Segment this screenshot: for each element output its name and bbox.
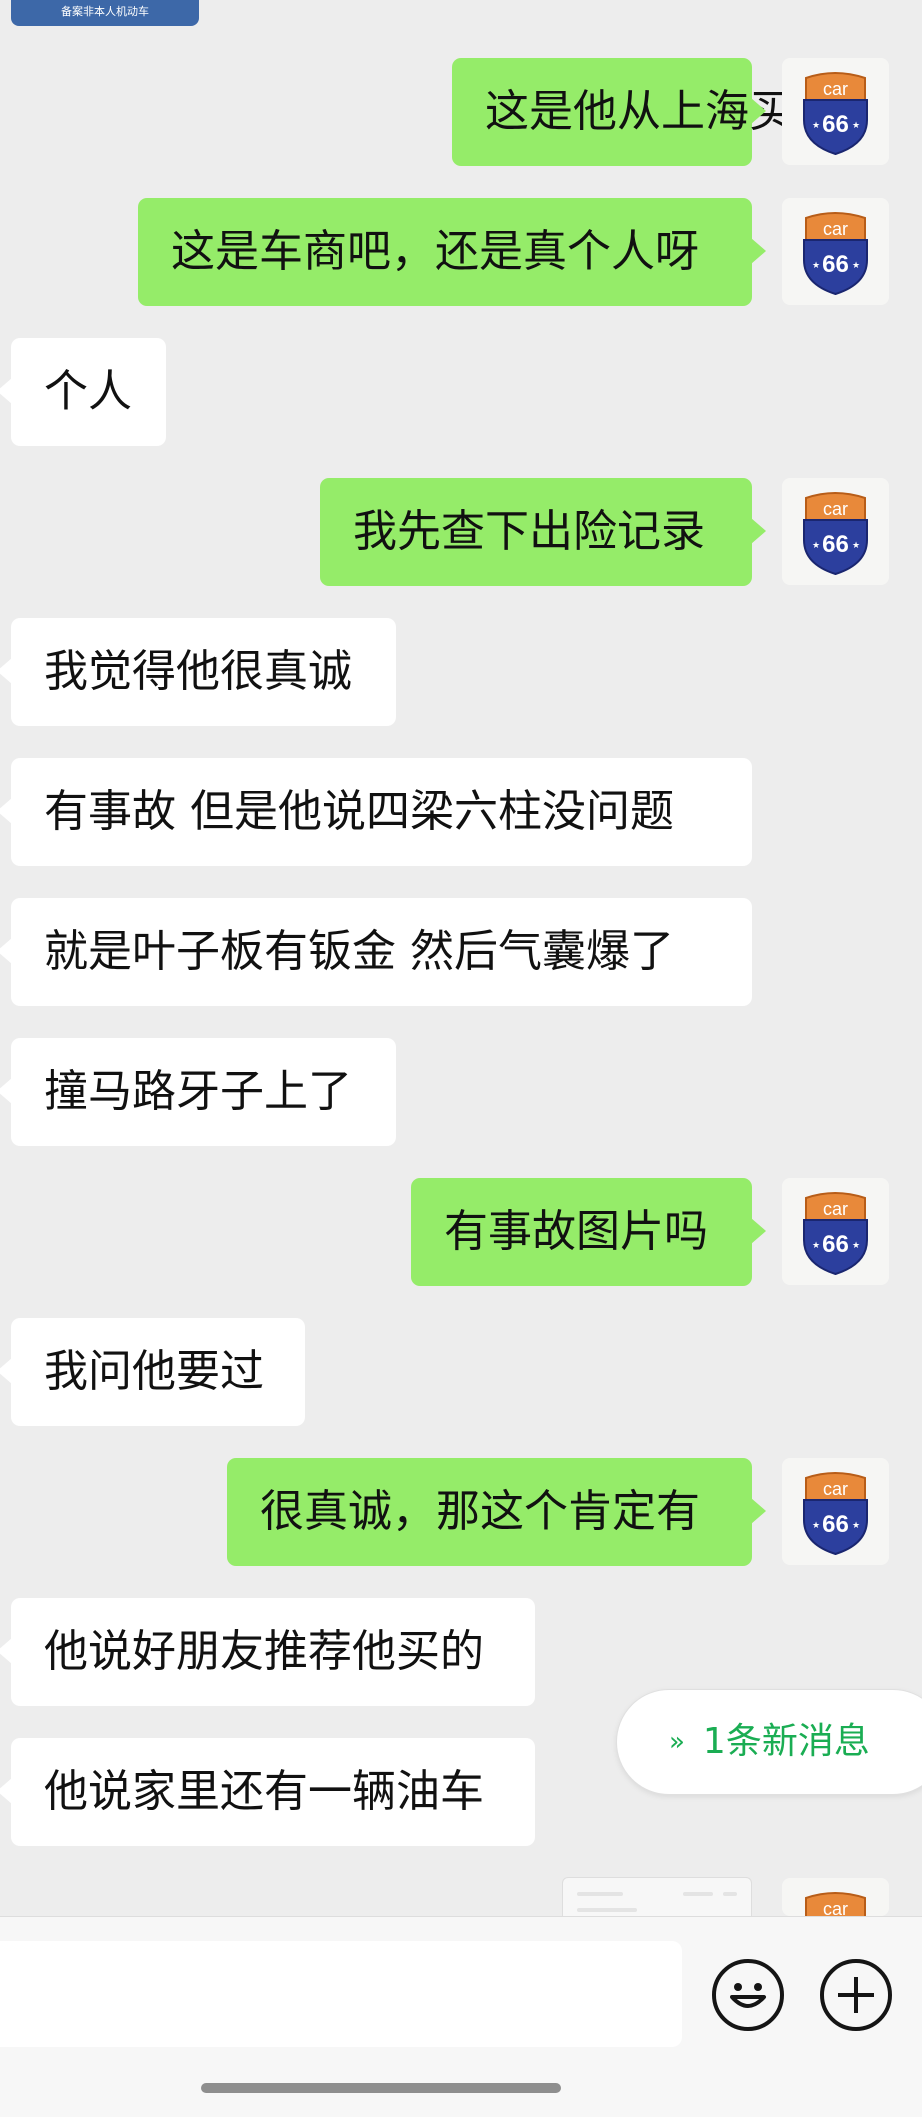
svg-text:★: ★ [812,1521,820,1531]
shared-card-text: 备案非本人机动车 [61,5,149,18]
received-message-row: 我问他要过 [0,1318,922,1426]
double-chevron-down-icon: » [669,1727,685,1757]
user-avatar[interactable]: car ★ ★ 66 [782,58,889,165]
new-message-indicator[interactable]: » 1条新消息 [616,1689,922,1795]
route-66-logo-icon: car ★ ★ 66 [803,72,868,156]
route-66-logo-icon: car [805,1892,866,1916]
svg-text:★: ★ [852,121,860,131]
sent-message-row: 我先查下出险记录 car ★ ★ 66 [0,478,922,586]
received-message-bubble[interactable]: 撞马路牙子上了 [0,1038,396,1146]
avatar-top-text: car [823,1199,848,1219]
route-66-logo-icon: car ★ ★ 66 [803,492,868,576]
svg-text:★: ★ [812,541,820,551]
avatar-top-text: car [823,499,848,519]
avatar-number: 66 [822,1231,849,1258]
user-avatar[interactable]: car ★ ★ 66 [782,478,889,585]
svg-text:★: ★ [812,261,820,271]
user-avatar[interactable]: car ★ ★ 66 [782,1178,889,1285]
sent-message-row: 有事故图片吗 car ★ ★ 66 [0,1178,922,1286]
sent-message-bubble[interactable]: 这是车商吧，还是真个人呀 [138,198,766,306]
received-message-bubble[interactable]: 个人 [0,338,166,446]
sent-message-bubble[interactable]: 我先查下出险记录 [320,478,766,586]
svg-text:★: ★ [812,121,820,131]
received-message-row: 个人 [0,338,922,446]
more-options-button[interactable] [820,1959,892,2031]
svg-text:★: ★ [852,541,860,551]
svg-text:★: ★ [852,1521,860,1531]
avatar-number: 66 [822,1511,849,1538]
sent-message-bubble[interactable]: 有事故图片吗 [411,1178,766,1286]
message-input[interactable] [0,1941,682,2047]
received-message-bubble[interactable]: 就是叶子板有钣金 然后气囊爆了 [0,898,752,1006]
avatar-number: 66 [822,111,849,138]
route-66-logo-icon: car ★ ★ 66 [803,1192,868,1276]
route-66-logo-icon: car ★ ★ 66 [803,212,868,296]
svg-text:★: ★ [812,1241,820,1251]
received-message-bubble[interactable]: 他说家里还有一辆油车 [0,1738,535,1846]
user-avatar-partial[interactable]: car [782,1878,889,1916]
shared-card-banner[interactable]: 备案非本人机动车 [11,0,199,26]
sent-message-row: 很真诚，那这个肯定有 car ★ ★ 66 [0,1458,922,1566]
new-message-label: 1条新消息 [702,1721,870,1762]
avatar-top-text: car [823,219,848,239]
avatar-top-text: car [823,1899,848,1916]
home-indicator [201,2083,561,2093]
received-message-row: 撞马路牙子上了 [0,1038,922,1146]
received-message-bubble[interactable]: 他说好朋友推荐他买的 [0,1598,535,1706]
route-66-logo-icon: car ★ ★ 66 [803,1472,868,1556]
plus-icon [838,1977,874,2013]
user-avatar[interactable]: car ★ ★ 66 [782,198,889,305]
avatar-number: 66 [822,251,849,278]
sent-message-bubble[interactable]: 很真诚，那这个肯定有 [227,1458,766,1566]
received-message-bubble[interactable]: 我问他要过 [0,1318,305,1426]
received-message-row: 就是叶子板有钣金 然后气囊爆了 [0,898,922,1006]
sent-message-row: 这是车商吧，还是真个人呀 car ★ ★ 66 [0,198,922,306]
emoji-icon [730,1983,766,2008]
received-message-bubble[interactable]: 有事故 但是他说四梁六柱没问题 [0,758,752,866]
received-message-row: 有事故 但是他说四梁六柱没问题 [0,758,922,866]
received-message-row: 我觉得他很真诚 [0,618,922,726]
svg-text:★: ★ [852,1241,860,1251]
sent-message-bubble[interactable]: 这是他从上海买的 [452,58,837,166]
avatar-top-text: car [823,79,848,99]
image-message-thumbnail[interactable] [562,1877,752,1918]
svg-text:★: ★ [852,261,860,271]
avatar-number: 66 [822,531,849,558]
emoji-button[interactable] [712,1959,784,2031]
avatar-top-text: car [823,1479,848,1499]
sent-message-row: 这是他从上海买的 car ★ ★ 66 [0,58,922,166]
user-avatar[interactable]: car ★ ★ 66 [782,1458,889,1565]
received-message-bubble[interactable]: 我觉得他很真诚 [0,618,396,726]
